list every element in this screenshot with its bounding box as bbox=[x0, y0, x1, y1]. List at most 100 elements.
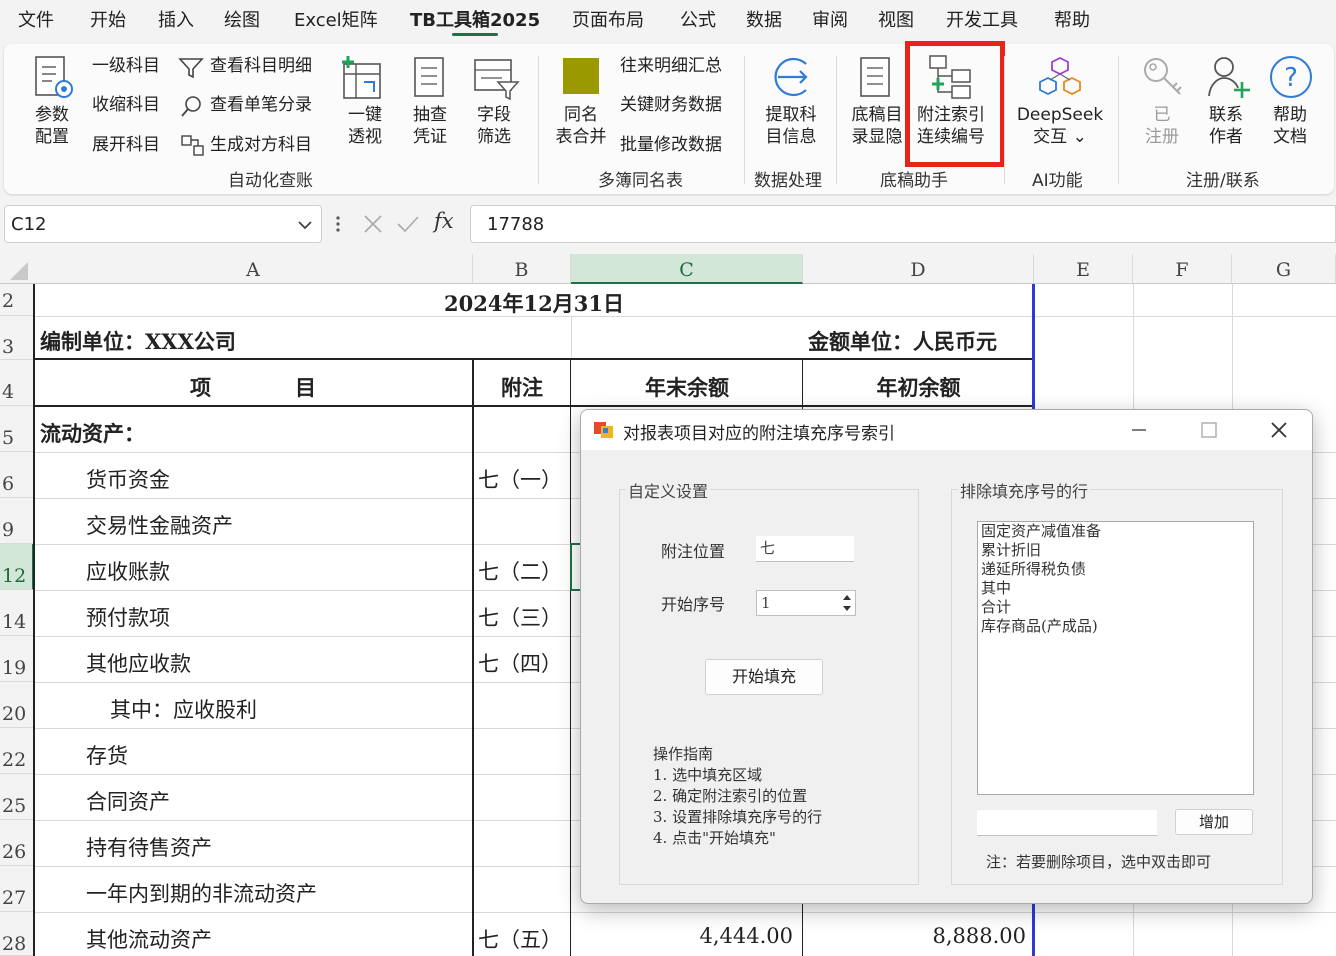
column-header-e[interactable]: E bbox=[1034, 254, 1133, 284]
row-header[interactable]: 27 bbox=[0, 866, 34, 912]
level1-subject-button[interactable]: 一级科目 bbox=[92, 55, 160, 77]
collapse-subject-button[interactable]: 收缩科目 bbox=[92, 94, 160, 116]
key-financial-data-button[interactable]: 关键财务数据 bbox=[620, 94, 722, 116]
tab-formulas[interactable]: 公式 bbox=[680, 6, 716, 32]
tab-home[interactable]: 开始 bbox=[90, 6, 126, 32]
help-docs-button[interactable]: 帮助 文档 bbox=[1268, 104, 1312, 148]
column-header-c[interactable]: C bbox=[571, 254, 803, 284]
column-header-b[interactable]: B bbox=[473, 254, 571, 284]
row-header[interactable]: 14 bbox=[0, 590, 34, 636]
row-header[interactable]: 26 bbox=[0, 820, 34, 866]
dialog-title-bar[interactable]: 对报表项目对应的附注填充序号索引 bbox=[581, 410, 1312, 450]
tab-review[interactable]: 审阅 bbox=[812, 6, 848, 32]
column-header-a[interactable]: A bbox=[34, 254, 473, 284]
operation-guide: 操作指南 1. 选中填充区域 2. 确定附注索引的位置 3. 设置排除填充序号的… bbox=[653, 744, 822, 849]
pivot-label-1: 一键 bbox=[348, 105, 382, 125]
row-header[interactable]: 6 bbox=[0, 452, 34, 498]
tab-developer[interactable]: 开发工具 bbox=[946, 6, 1018, 32]
formula-value: 17788 bbox=[487, 214, 545, 235]
row-header[interactable]: 19 bbox=[0, 636, 34, 682]
list-item[interactable]: 库存商品(产成品) bbox=[981, 617, 1253, 636]
params-config-label-1: 参数 bbox=[35, 105, 69, 125]
select-all-corner[interactable] bbox=[0, 254, 34, 284]
active-tab-indicator bbox=[452, 33, 498, 36]
tab-excel-matrix[interactable]: Excel矩阵 bbox=[294, 6, 378, 32]
extract-label-1: 提取科 bbox=[765, 105, 817, 125]
tab-view[interactable]: 视图 bbox=[878, 6, 914, 32]
contact-label-1: 联系 bbox=[1209, 105, 1243, 125]
row-label: 流动资产： bbox=[40, 421, 145, 446]
tab-tb-toolbox[interactable]: TB工具箱2025 bbox=[410, 6, 540, 32]
maximize-icon[interactable] bbox=[1201, 422, 1217, 438]
list-item[interactable]: 递延所得税负债 bbox=[981, 560, 1253, 579]
deepseek-interact-button[interactable]: DeepSeek 交互 ⌄ bbox=[1010, 104, 1110, 148]
same-name-merge-button[interactable]: 同名 表合并 bbox=[550, 104, 612, 148]
row-header[interactable]: 3 bbox=[0, 316, 34, 360]
start-fill-button[interactable]: 开始填充 bbox=[705, 659, 823, 695]
tab-data[interactable]: 数据 bbox=[746, 6, 782, 32]
minimize-icon[interactable] bbox=[1131, 422, 1147, 438]
cancel-icon[interactable] bbox=[362, 214, 384, 234]
contact-author-button[interactable]: 联系 作者 bbox=[1204, 104, 1248, 148]
row-header[interactable]: 4 bbox=[0, 360, 34, 406]
highlight-annotation-box bbox=[905, 41, 1005, 167]
formula-input[interactable]: 17788 bbox=[470, 205, 1336, 243]
one-click-pivot-button[interactable]: 一键 透视 bbox=[342, 104, 388, 148]
extract-subject-info-button[interactable]: 提取科 目信息 bbox=[760, 104, 822, 148]
close-icon[interactable] bbox=[1270, 421, 1288, 439]
group-label-register-contact: 注册/联系 bbox=[1186, 171, 1260, 191]
batch-edit-data-button[interactable]: 批量修改数据 bbox=[620, 134, 722, 156]
deepseek-label-2: 交互 ⌄ bbox=[1033, 127, 1087, 147]
guide-step: 3. 设置排除填充序号的行 bbox=[653, 808, 823, 826]
insert-function-button[interactable]: fx bbox=[434, 210, 454, 232]
row-header[interactable]: 12 bbox=[0, 544, 34, 590]
row-header[interactable]: 9 bbox=[0, 498, 34, 544]
spin-arrows-icon[interactable] bbox=[841, 593, 853, 613]
tab-file[interactable]: 文件 bbox=[18, 6, 54, 32]
tab-help[interactable]: 帮助 bbox=[1054, 6, 1090, 32]
column-header-g[interactable]: G bbox=[1232, 254, 1336, 284]
chevron-down-icon[interactable] bbox=[297, 219, 313, 231]
row-header[interactable]: 5 bbox=[0, 406, 34, 452]
list-item[interactable]: 累计折旧 bbox=[981, 541, 1253, 560]
row-header[interactable]: 2 bbox=[0, 284, 34, 316]
params-config-label-2: 配置 bbox=[35, 127, 69, 147]
group-label-ai: AI功能 bbox=[1032, 171, 1083, 191]
row-header[interactable]: 25 bbox=[0, 774, 34, 820]
tab-draw[interactable]: 绘图 bbox=[224, 6, 260, 32]
extract-arrow-icon bbox=[774, 57, 808, 97]
ar-summary-button[interactable]: 往来明细汇总 bbox=[620, 55, 722, 77]
row-label: 一年内到期的非流动资产 bbox=[86, 882, 317, 906]
name-box[interactable]: C12 bbox=[4, 205, 322, 243]
list-item[interactable]: 固定资产减值准备 bbox=[981, 522, 1253, 541]
tab-page-layout[interactable]: 页面布局 bbox=[572, 6, 644, 32]
draft-toc-toggle-button[interactable]: 底稿目 录显隐 bbox=[846, 104, 908, 148]
year-end-value: 4,444.00 bbox=[699, 924, 793, 948]
sample-voucher-button[interactable]: 抽查 凭证 bbox=[408, 104, 452, 148]
row-header[interactable]: 28 bbox=[0, 912, 34, 956]
row-header[interactable]: 20 bbox=[0, 682, 34, 728]
filter-icon bbox=[178, 58, 204, 79]
note-position-input[interactable]: 七 bbox=[756, 536, 854, 562]
view-subject-detail-button[interactable]: 查看科目明细 bbox=[210, 55, 312, 77]
field-filter-button[interactable]: 字段 筛选 bbox=[472, 104, 516, 148]
more-options-icon[interactable] bbox=[334, 214, 342, 234]
draft-hide-label-1: 底稿目 bbox=[851, 105, 903, 125]
params-config-button[interactable]: 参数 配置 bbox=[30, 104, 74, 148]
add-button[interactable]: 增加 bbox=[1175, 809, 1253, 835]
column-header-d[interactable]: D bbox=[803, 254, 1034, 284]
row-label: 存货 bbox=[86, 744, 128, 768]
confirm-check-icon[interactable] bbox=[396, 214, 420, 234]
exclude-rows-listbox[interactable]: 固定资产减值准备 累计折旧 递延所得税负债 其中 合计 库存商品(产成品) bbox=[977, 521, 1254, 795]
column-header-f[interactable]: F bbox=[1133, 254, 1232, 284]
start-number-stepper[interactable]: 1 bbox=[756, 590, 856, 616]
list-item[interactable]: 合计 bbox=[981, 598, 1253, 617]
expand-subject-button[interactable]: 展开科目 bbox=[92, 134, 160, 156]
row-header[interactable]: 22 bbox=[0, 728, 34, 774]
tab-insert[interactable]: 插入 bbox=[158, 6, 194, 32]
view-single-entry-button[interactable]: 查看单笔分录 bbox=[210, 94, 312, 116]
list-item[interactable]: 其中 bbox=[981, 579, 1253, 598]
merge-label-2: 表合并 bbox=[555, 127, 607, 147]
generate-contra-subject-button[interactable]: 生成对方科目 bbox=[210, 134, 312, 156]
exclude-item-input[interactable] bbox=[977, 810, 1157, 836]
